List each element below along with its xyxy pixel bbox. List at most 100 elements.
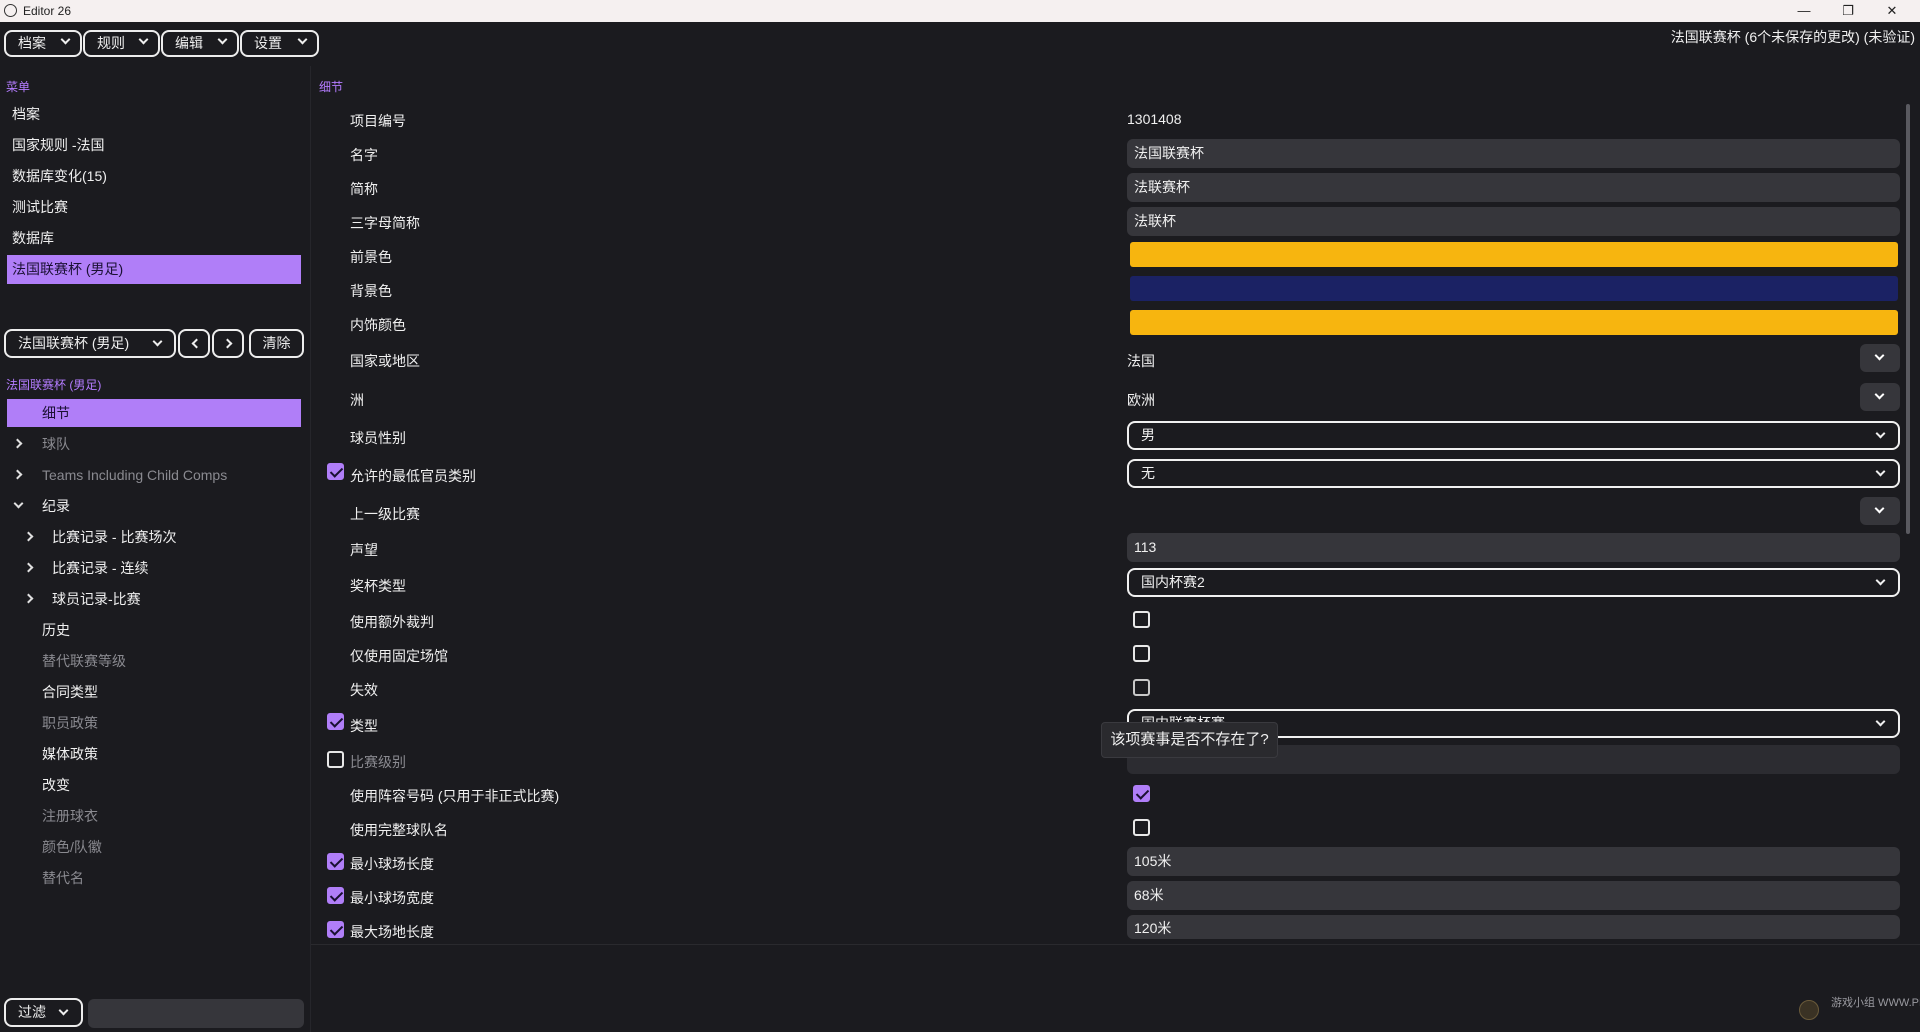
clear-button[interactable]: 清除 xyxy=(249,329,304,358)
tree-item-media-policy[interactable]: 媒体政策 xyxy=(42,741,98,767)
sidebar-item-test-match[interactable]: 测试比赛 xyxy=(7,193,301,222)
reputation-field[interactable]: 113 xyxy=(1127,533,1900,562)
tree-item-staff-policy[interactable]: 职员政策 xyxy=(42,710,98,736)
tree-item-details[interactable]: 细节 xyxy=(42,400,70,426)
tree-item-colors-badge[interactable]: 颜色/队徽 xyxy=(42,834,102,860)
filter-input[interactable] xyxy=(88,999,304,1028)
tree-section-label: 法国联赛杯 (男足) xyxy=(6,378,102,392)
min-width-field[interactable]: 68米 xyxy=(1127,881,1900,910)
window-title: Editor 26 xyxy=(23,4,72,18)
chevron-down-icon xyxy=(1874,389,1885,400)
official-select-value: 无 xyxy=(1141,465,1155,481)
minimize-button[interactable]: — xyxy=(1782,1,1826,21)
chevron-down-icon xyxy=(1874,503,1885,514)
chevron-down-icon xyxy=(297,34,308,45)
close-button[interactable]: ✕ xyxy=(1870,1,1914,21)
chevron-down-icon xyxy=(1875,716,1886,727)
continent-value: 欧洲 xyxy=(1127,392,1155,408)
main-scrollbar[interactable] xyxy=(1906,104,1910,534)
reputation-label: 声望 xyxy=(350,542,378,558)
tree-item-records[interactable]: 纪录 xyxy=(42,493,70,519)
min-width-checkbox[interactable] xyxy=(327,887,344,904)
fixed-stadium-checkbox[interactable] xyxy=(1133,645,1150,662)
foreground-color-swatch[interactable] xyxy=(1130,242,1898,267)
min-length-field[interactable]: 105米 xyxy=(1127,847,1900,876)
extinct-checkbox[interactable] xyxy=(1133,679,1150,696)
maximize-button[interactable]: ❐ xyxy=(1826,1,1870,21)
short-name-field[interactable]: 法联赛杯 xyxy=(1127,173,1900,202)
tree-item-contract-types[interactable]: 合同类型 xyxy=(42,679,98,705)
chevron-down-icon xyxy=(60,34,71,45)
sidebar-item-nation-rules[interactable]: 国家规则 -法国 xyxy=(7,131,301,160)
extra-referee-checkbox[interactable] xyxy=(1133,611,1150,628)
background-color-label: 背景色 xyxy=(350,283,392,299)
filter-label: 过滤 xyxy=(18,1004,46,1020)
foreground-color-label: 前景色 xyxy=(350,249,392,265)
tree-item-match-records[interactable]: 比赛记录 - 比赛场次 xyxy=(52,524,176,550)
extra-referee-label: 使用额外裁判 xyxy=(350,614,434,630)
parent-competition-dropdown-button[interactable] xyxy=(1860,497,1900,525)
tree-item-alt-names[interactable]: 替代名 xyxy=(42,865,84,891)
tree-item-teams-child[interactable]: Teams Including Child Comps xyxy=(42,462,227,488)
trophy-select-value: 国内杯赛2 xyxy=(1141,574,1205,590)
chevron-down-icon xyxy=(58,1005,69,1016)
continent-dropdown-button[interactable] xyxy=(1860,383,1900,411)
type-checkbox[interactable] xyxy=(327,713,344,730)
three-letter-field[interactable]: 法联杯 xyxy=(1127,207,1900,236)
sidebar-item-database[interactable]: 数据库 xyxy=(7,224,301,253)
title-bar: Editor 26 — ❐ ✕ xyxy=(0,0,1920,22)
id-label: 项目编号 xyxy=(350,113,406,129)
sidebar-item-db-changes[interactable]: 数据库变化(15) xyxy=(7,162,301,191)
watermark: 游戏小组 WWW.PLAYGM.CC xyxy=(1795,992,1920,1026)
tree-item-changes[interactable]: 改变 xyxy=(42,772,70,798)
gender-select-value: 男 xyxy=(1141,427,1155,443)
trophy-label: 奖杯类型 xyxy=(350,578,406,594)
trophy-select[interactable]: 国内杯赛2 xyxy=(1127,568,1900,597)
background-color-swatch[interactable] xyxy=(1130,276,1898,301)
min-width-label: 最小球场宽度 xyxy=(350,890,434,906)
name-label: 名字 xyxy=(350,147,378,163)
max-length-checkbox[interactable] xyxy=(327,921,344,938)
previous-button[interactable] xyxy=(178,329,210,358)
tree-item-kits[interactable]: 注册球衣 xyxy=(42,803,98,829)
gender-select[interactable]: 男 xyxy=(1127,421,1900,450)
edit-menu-button[interactable]: 编辑 xyxy=(161,30,239,57)
file-menu-button[interactable]: 档案 xyxy=(4,30,82,57)
tree-item-streak-records[interactable]: 比赛记录 - 连续 xyxy=(52,555,148,581)
extinct-tooltip: 该项赛事是否不存在了? xyxy=(1101,722,1278,758)
official-select[interactable]: 无 xyxy=(1127,459,1900,488)
squad-numbers-label: 使用阵容号码 (只用于非正式比赛) xyxy=(350,788,560,804)
tree-item-alt-level[interactable]: 替代联赛等级 xyxy=(42,648,126,674)
official-label: 允许的最低官员类别 xyxy=(350,468,476,484)
id-value: 1301408 xyxy=(1127,111,1182,127)
document-status-title: 法国联赛杯 (6个未保存的更改) (未验证) xyxy=(1670,29,1915,45)
tree-item-history[interactable]: 历史 xyxy=(42,617,70,643)
competition-selector-value: 法国联赛杯 (男足) xyxy=(18,335,130,351)
max-length-field[interactable]: 120米 xyxy=(1127,915,1900,939)
competition-selector[interactable]: 法国联赛杯 (男足) xyxy=(4,329,176,358)
official-checkbox[interactable] xyxy=(327,463,344,480)
short-name-label: 简称 xyxy=(350,181,378,197)
trim-color-swatch[interactable] xyxy=(1130,310,1898,335)
settings-menu-label: 设置 xyxy=(254,35,282,51)
filter-button[interactable]: 过滤 xyxy=(4,998,83,1027)
nation-dropdown-button[interactable] xyxy=(1860,344,1900,372)
chevron-down-icon xyxy=(138,34,149,45)
settings-menu-button[interactable]: 设置 xyxy=(240,30,319,57)
next-button[interactable] xyxy=(212,329,244,358)
gender-label: 球员性别 xyxy=(350,430,406,446)
fixed-stadium-label: 仅使用固定场馆 xyxy=(350,648,448,664)
min-length-checkbox[interactable] xyxy=(327,853,344,870)
full-team-name-checkbox[interactable] xyxy=(1133,819,1150,836)
level-checkbox[interactable] xyxy=(327,751,344,768)
tree-item-teams[interactable]: 球队 xyxy=(42,431,70,457)
sidebar-item-file[interactable]: 档案 xyxy=(7,100,301,129)
chevron-down-icon xyxy=(1875,466,1886,477)
sidebar-item-competition[interactable]: 法国联赛杯 (男足) xyxy=(7,255,301,284)
name-field[interactable]: 法国联赛杯 xyxy=(1127,139,1900,168)
chevron-down-icon xyxy=(1874,350,1885,361)
nation-value: 法国 xyxy=(1127,353,1155,369)
rules-menu-button[interactable]: 规则 xyxy=(83,30,160,57)
squad-numbers-checkbox[interactable] xyxy=(1133,785,1150,802)
tree-item-player-records[interactable]: 球员记录-比赛 xyxy=(52,586,141,612)
